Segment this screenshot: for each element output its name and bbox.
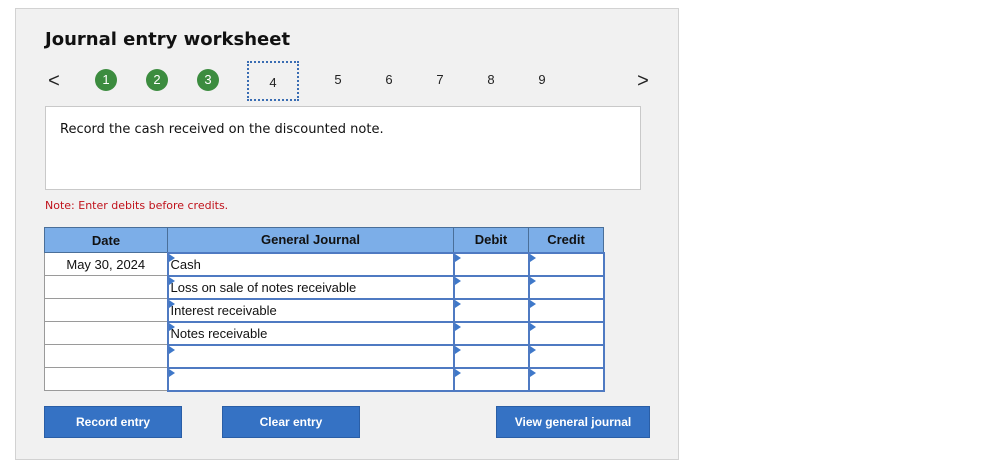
column-header-debit: Debit xyxy=(453,227,529,253)
credit-field[interactable] xyxy=(527,320,605,346)
table-row: Loss on sale of notes receivable xyxy=(44,274,605,300)
clear-entry-button[interactable]: Clear entry xyxy=(222,406,360,438)
debit-field[interactable] xyxy=(452,297,530,323)
dropdown-marker-icon xyxy=(168,253,175,262)
dropdown-marker-icon xyxy=(454,253,461,262)
instruction-text: Record the cash received on the discount… xyxy=(60,122,384,137)
column-header-credit: Credit xyxy=(528,227,604,253)
account-value: Notes receivable xyxy=(170,325,268,341)
chevron-left-icon[interactable]: < xyxy=(44,71,64,91)
dropdown-marker-icon xyxy=(529,345,536,354)
instruction-box: Record the cash received on the discount… xyxy=(45,106,641,190)
credit-field[interactable] xyxy=(527,366,605,392)
dropdown-marker-icon xyxy=(529,299,536,308)
dropdown-marker-icon xyxy=(454,276,461,285)
account-field[interactable] xyxy=(166,366,455,392)
step-3[interactable]: 3 xyxy=(197,69,219,91)
dropdown-marker-icon xyxy=(529,322,536,331)
step-2[interactable]: 2 xyxy=(146,69,168,91)
account-field[interactable]: Notes receivable xyxy=(166,320,455,346)
chevron-right-icon[interactable]: > xyxy=(633,71,653,91)
step-5[interactable]: 5 xyxy=(327,69,349,91)
date-cell xyxy=(44,321,168,345)
journal-header-row: Date General Journal Debit Credit xyxy=(44,227,604,253)
credit-field[interactable] xyxy=(527,251,605,277)
account-value: Interest receivable xyxy=(170,302,277,318)
dropdown-marker-icon xyxy=(454,299,461,308)
table-row xyxy=(44,366,605,392)
column-header-date: Date xyxy=(44,227,168,253)
date-cell: May 30, 2024 xyxy=(44,252,168,276)
step-6[interactable]: 6 xyxy=(378,69,400,91)
date-cell xyxy=(44,298,168,322)
debit-field[interactable] xyxy=(452,320,530,346)
dropdown-marker-icon xyxy=(454,368,461,377)
credit-field[interactable] xyxy=(527,343,605,369)
date-cell xyxy=(44,275,168,299)
account-field[interactable] xyxy=(166,343,455,369)
dropdown-marker-icon xyxy=(168,322,175,331)
step-4-current[interactable]: 4 xyxy=(247,61,299,101)
credit-field[interactable] xyxy=(527,297,605,323)
debit-field[interactable] xyxy=(452,343,530,369)
account-value: Loss on sale of notes receivable xyxy=(170,279,357,295)
table-row: Interest receivable xyxy=(44,297,605,323)
credit-field[interactable] xyxy=(527,274,605,300)
debit-field[interactable] xyxy=(452,274,530,300)
account-field[interactable]: Cash xyxy=(166,251,455,277)
dropdown-marker-icon xyxy=(529,276,536,285)
dropdown-marker-icon xyxy=(529,368,536,377)
view-general-journal-button[interactable]: View general journal xyxy=(496,406,650,438)
journal-table: Date General Journal Debit Credit May 30… xyxy=(44,227,605,392)
step-9[interactable]: 9 xyxy=(531,69,553,91)
debit-credit-note: Note: Enter debits before credits. xyxy=(45,199,229,212)
step-navigator: < 1 2 3 4 5 6 7 8 9 > xyxy=(16,61,680,101)
account-field[interactable]: Interest receivable xyxy=(166,297,455,323)
dropdown-marker-icon xyxy=(168,276,175,285)
record-entry-button[interactable]: Record entry xyxy=(44,406,182,438)
date-cell xyxy=(44,344,168,368)
account-field[interactable]: Loss on sale of notes receivable xyxy=(166,274,455,300)
table-row: May 30, 2024 Cash xyxy=(44,251,605,277)
table-row xyxy=(44,343,605,369)
dropdown-marker-icon xyxy=(168,368,175,377)
debit-field[interactable] xyxy=(452,251,530,277)
worksheet-panel: Journal entry worksheet < 1 2 3 4 5 6 7 … xyxy=(15,8,679,460)
date-cell xyxy=(44,367,168,391)
dropdown-marker-icon xyxy=(529,253,536,262)
dropdown-marker-icon xyxy=(454,322,461,331)
step-7[interactable]: 7 xyxy=(429,69,451,91)
dropdown-marker-icon xyxy=(168,345,175,354)
table-row: Notes receivable xyxy=(44,320,605,346)
column-header-general-journal: General Journal xyxy=(167,227,454,253)
worksheet-title: Journal entry worksheet xyxy=(45,29,291,50)
debit-field[interactable] xyxy=(452,366,530,392)
step-8[interactable]: 8 xyxy=(480,69,502,91)
dropdown-marker-icon xyxy=(168,299,175,308)
dropdown-marker-icon xyxy=(454,345,461,354)
step-1[interactable]: 1 xyxy=(95,69,117,91)
